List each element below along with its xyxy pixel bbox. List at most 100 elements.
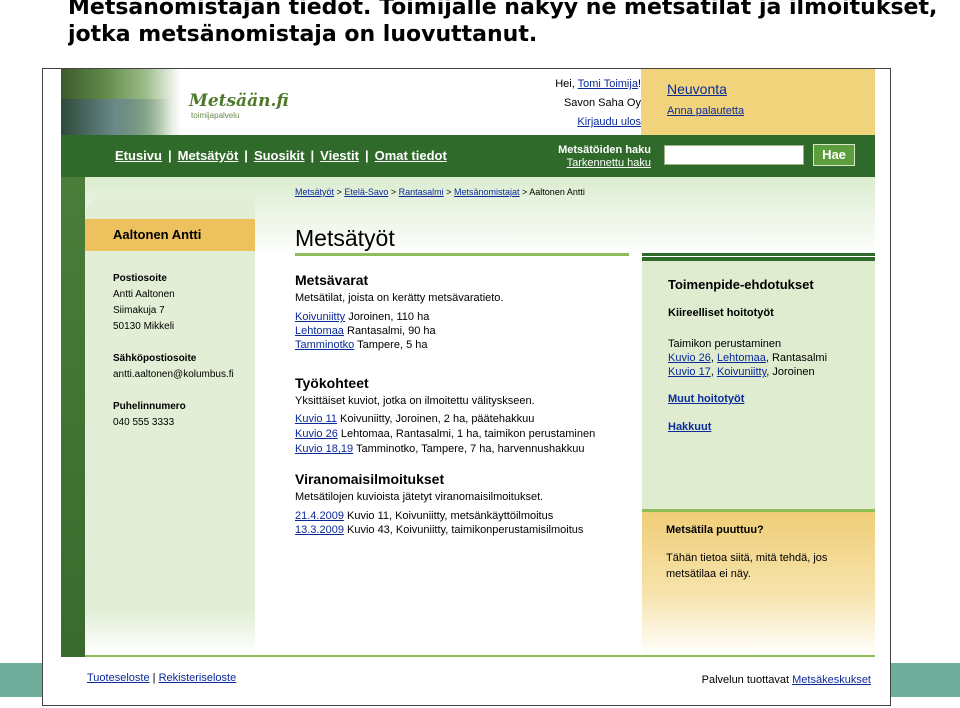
company-name: Savon Saha Oy: [563, 97, 641, 109]
estate-link[interactable]: Koivuniitty: [717, 366, 766, 378]
lake-landscape-image: [61, 69, 181, 135]
compartment-link[interactable]: Kuvio 26: [295, 428, 338, 440]
compartment-link[interactable]: Kuvio 11: [295, 413, 337, 425]
estate-link[interactable]: Lehtomaa: [295, 325, 344, 337]
nav-separator: |: [364, 148, 369, 163]
nav-item-viestit[interactable]: Viestit: [320, 148, 359, 163]
user-box: Hei, Tomi Toimija! Savon Saha Oy Kirjaud…: [501, 75, 641, 132]
feedback-link[interactable]: Anna palautetta: [667, 105, 744, 117]
site-logo-subtitle: toimijapalvelu: [191, 111, 240, 120]
header: Metsään.fi toimijapalvelu Hei, Tomi Toim…: [61, 69, 875, 135]
postal-line: Siimakuja 7: [113, 305, 165, 316]
breadcrumb-separator: >: [522, 187, 528, 197]
estate-info: Joroinen, 110 ha: [345, 311, 430, 323]
targets-desc: Yksittäiset kuviot, jotka on ilmoitettu …: [295, 395, 535, 407]
list-item: Tamminotko Tampere, 5 ha: [295, 338, 427, 352]
breadcrumb-item[interactable]: Rantasalmi: [399, 187, 444, 197]
help-link[interactable]: Neuvonta: [667, 81, 727, 97]
resources-desc: Metsätilat, joista on kerätty metsävarat…: [295, 292, 504, 304]
resources-heading: Metsävarat: [295, 272, 369, 288]
logout-link[interactable]: Kirjaudu ulos: [577, 116, 641, 128]
suggestions-panel: Toimenpide-ehdotukset Kiireelliset hoito…: [642, 257, 875, 517]
owner-header: Aaltonen Antti: [85, 219, 255, 251]
other-tasks-link[interactable]: Muut hoitotyöt: [668, 393, 744, 405]
list-item: Kuvio 18,19 Tamminotko, Tampere, 7 ha, h…: [295, 442, 584, 456]
list-item: Lehtomaa Rantasalmi, 90 ha: [295, 324, 436, 338]
suggestions-title: Toimenpide-ehdotukset: [668, 277, 814, 292]
list-item: Kuvio 11 Koivuniitty, Joroinen, 2 ha, pä…: [295, 412, 534, 426]
urgent-tasks-title: Kiireelliset hoitotyöt: [668, 307, 774, 319]
nav-item-omat-tiedot[interactable]: Omat tiedot: [375, 148, 447, 163]
footer-separator: |: [152, 672, 156, 684]
site-logo[interactable]: Metsään.fi: [189, 91, 289, 111]
search-title: Metsätöiden haku: [558, 144, 651, 156]
nav-item-suosikit[interactable]: Suosikit: [254, 148, 305, 163]
owner-panel: Aaltonen Antti Postiosoite Antti Aaltone…: [85, 195, 255, 625]
page: Metsään.fi toimijapalvelu Hei, Tomi Toim…: [61, 69, 875, 705]
email-value: antti.aaltonen@kolumbus.fi: [113, 369, 234, 380]
advanced-search-link[interactable]: Tarkennettu haku: [523, 157, 651, 170]
search-button[interactable]: Hae: [813, 144, 855, 166]
list-item: Kuvio 26 Lehtomaa, Rantasalmi, 1 ha, tai…: [295, 427, 595, 441]
nav-items: Etusivu | Metsätyöt | Suosikit | Viestit | Omat …: [115, 148, 447, 163]
slide-title-line1: Metsänomistajan tiedot. Toimijalle näkyy…: [68, 0, 938, 20]
breadcrumb-item[interactable]: Metsätyöt: [295, 187, 334, 197]
divider: [295, 253, 629, 256]
harvests-link[interactable]: Hakkuut: [668, 421, 711, 433]
left-edge-stripe: [61, 177, 85, 657]
postal-line: Antti Aaltonen: [113, 289, 175, 300]
product-description-link[interactable]: Tuoteseloste: [87, 672, 150, 684]
breadcrumb-separator: >: [446, 187, 452, 197]
nav-separator: |: [167, 148, 172, 163]
provider-text: Palvelun tuottavat: [701, 674, 793, 686]
greeting: Hei,: [555, 78, 578, 90]
task-name: Taimikon perustaminen: [668, 338, 782, 350]
search-input[interactable]: [664, 145, 804, 165]
breadcrumb-item[interactable]: Etelä-Savo: [344, 187, 388, 197]
compartment-link[interactable]: Kuvio 17: [668, 366, 711, 378]
footer-provider: Palvelun tuottavat Metsäkeskukset: [681, 674, 871, 686]
footer-divider: [85, 655, 875, 657]
help-box: Neuvonta Anna palautetta: [641, 69, 875, 135]
estate-link[interactable]: Koivuniitty: [295, 311, 345, 323]
breadcrumb-item[interactable]: Metsänomistajat: [454, 187, 520, 197]
list-item: Kuvio 26, Lehtomaa, Rantasalmi: [668, 352, 828, 364]
compartment-link[interactable]: Kuvio 18,19: [295, 443, 353, 455]
page-title: Metsätyöt: [295, 225, 395, 251]
notice-date-link[interactable]: 21.4.2009: [295, 510, 344, 522]
breadcrumb: Metsätyöt > Etelä-Savo > Rantasalmi > Me…: [295, 187, 585, 197]
estate-link[interactable]: Tamminotko: [295, 339, 354, 351]
footer-links: Tuoteseloste | Rekisteriseloste: [87, 672, 236, 684]
owner-panel-fade: [85, 609, 255, 655]
slide-title: Metsänomistajan tiedot. Toimijalle näkyy…: [68, 0, 960, 48]
list-item: Kuvio 17, Koivuniitty, Joroinen: [668, 366, 815, 378]
postal-label: Postiosoite: [113, 273, 167, 284]
list-item: Koivuniitty Joroinen, 110 ha: [295, 310, 429, 324]
breadcrumb-current: Aaltonen Antti: [529, 187, 585, 197]
list-item: 21.4.2009 Kuvio 11, Koivuniitty, metsänk…: [295, 509, 553, 523]
location-text: , Rantasalmi: [765, 352, 828, 364]
compartment-info: Koivuniitty, Joroinen, 2 ha, päätehakkuu: [337, 413, 535, 425]
user-name-link[interactable]: Tomi Toimija: [578, 78, 638, 90]
phone-value: 040 555 3333: [113, 417, 175, 428]
owner-name: Aaltonen Antti: [113, 227, 202, 242]
notices-heading: Viranomaisilmoitukset: [295, 471, 445, 487]
compartment-link[interactable]: Kuvio 26: [668, 352, 711, 364]
compartment-info: Lehtomaa, Rantasalmi, 1 ha, taimikon per…: [337, 428, 596, 440]
list-item: 13.3.2009 Kuvio 43, Koivuniitty, taimiko…: [295, 523, 583, 537]
estate-link[interactable]: Lehtomaa: [717, 352, 766, 364]
estate-info: Tampere, 5 ha: [354, 339, 428, 351]
nav-item-metsatyot[interactable]: Metsätyöt: [178, 148, 239, 163]
nav-separator: |: [244, 148, 248, 163]
nav-item-etusivu[interactable]: Etusivu: [115, 148, 162, 163]
targets-heading: Työkohteet: [295, 375, 369, 391]
email-label: Sähköpostiosoite: [113, 353, 197, 364]
register-description-link[interactable]: Rekisteriseloste: [159, 672, 237, 684]
provider-link[interactable]: Metsäkeskukset: [792, 674, 871, 686]
nav-separator: |: [310, 148, 315, 163]
notices-desc: Metsätilojen kuvioista jätetyt viranomai…: [295, 491, 544, 503]
notice-date-link[interactable]: 13.3.2009: [295, 524, 344, 536]
breadcrumb-separator: >: [390, 187, 397, 197]
browser-screenshot: Metsään.fi toimijapalvelu Hei, Tomi Toim…: [42, 68, 891, 706]
phone-label: Puhelinnumero: [113, 401, 186, 412]
